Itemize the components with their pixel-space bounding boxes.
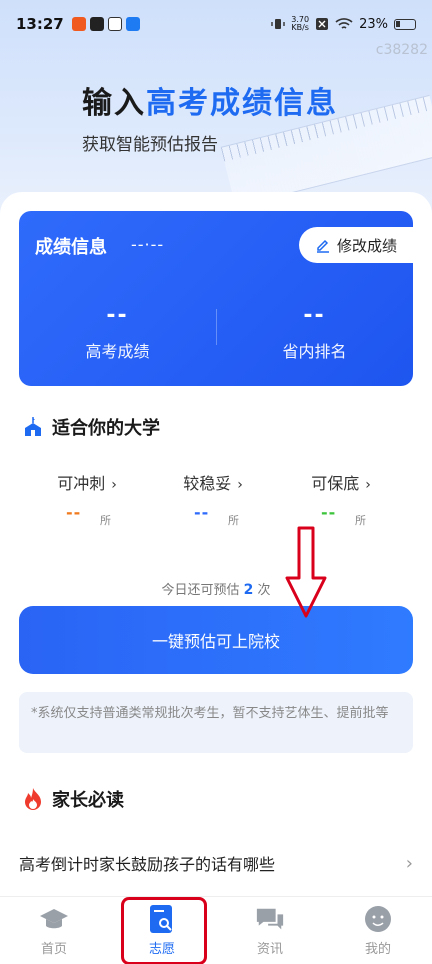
wifi-icon [335,18,353,29]
article-item[interactable]: 高考倒计时家长鼓励孩子的话有哪些 › [19,851,413,875]
remaining-estimates: 今日还可预估 2 次 [161,582,271,598]
net-speed: 3.70 KB/s [291,15,310,32]
app-notification-icon [71,17,86,31]
annotation-arrow [285,526,327,618]
score-card-title: 成绩信息 [35,237,107,258]
status-time: 13:27 [16,15,64,33]
fit-college-heading: 适合你的大学 [22,414,160,440]
edit-score-button[interactable]: 修改成绩 [299,227,413,263]
safe-unit: 所 [355,514,366,527]
parents-heading: 家长必读 [22,786,124,812]
hero-title: 输入高考成绩信息 [82,86,338,121]
school-icon [25,417,41,436]
nav-home[interactable]: 首页 [0,897,108,964]
estimate-button[interactable]: 一键预估可上院校 [19,606,413,674]
bottom-nav: 首页 志愿 资讯 我的 [0,896,432,964]
notice-text: *系统仅支持普通类常规批次考生，暂不支持艺体生、提前批等 [19,692,413,753]
exam-score: -- 高考成绩 [85,303,150,361]
chat-bubbles-icon [255,904,285,934]
category-safe[interactable]: 可保底 › [281,470,401,494]
user-avatar-icon [363,904,393,934]
safe-count: -- [321,503,337,522]
battery-percent: 23% [359,16,388,32]
app-notification-icon [125,17,140,31]
app-notification-icon [107,17,122,31]
score-card: 成绩信息 --·-- 修改成绩 -- 高考成绩 -- 省内排名 [19,211,413,386]
watermark: c38282 [375,42,428,58]
chevron-right-icon: › [405,852,413,874]
app-notification-icon [89,17,104,31]
status-bar: 13:27 3.70 KB/s 23% [0,0,432,48]
province-rank: -- 省内排名 [282,303,347,361]
reach-count: -- [66,503,82,522]
category-stable[interactable]: 较稳妥 › [153,470,273,494]
nav-news[interactable]: 资讯 [216,897,324,964]
category-reach[interactable]: 可冲刺 › [27,470,147,494]
annotation-highlight-box [121,897,207,964]
battery-icon [394,18,416,30]
stable-count: -- [194,503,210,522]
vibrate-icon [271,19,285,29]
graduation-cap-icon [39,904,69,934]
nav-mine[interactable]: 我的 [324,897,432,964]
sim-icon [316,18,329,30]
flame-icon [25,788,41,810]
stable-unit: 所 [228,514,239,527]
pencil-icon [316,239,329,253]
hero-subtitle: 获取智能预估报告 [82,135,218,155]
reach-unit: 所 [100,514,111,527]
score-card-info: --·-- [131,235,165,254]
